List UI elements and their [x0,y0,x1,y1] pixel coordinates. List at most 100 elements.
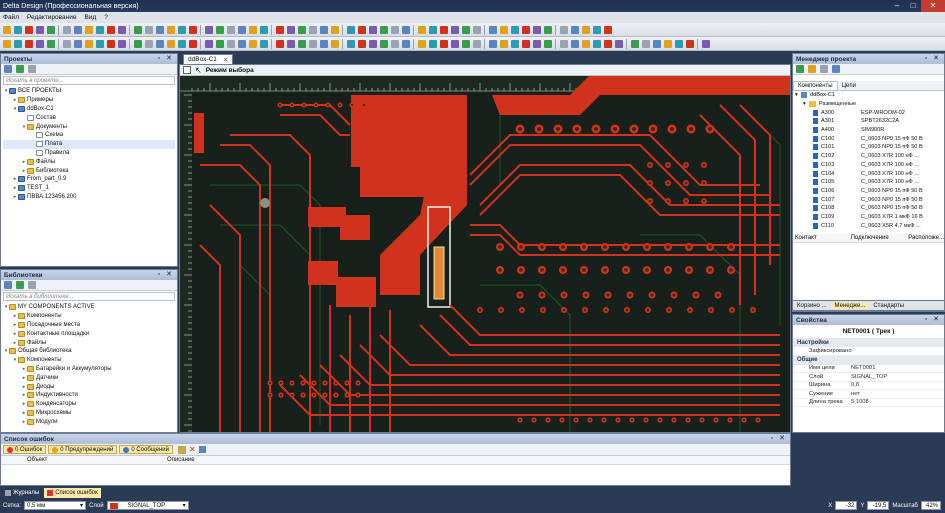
toolbar-tool-icon[interactable] [238,39,246,48]
tab-manager[interactable]: Менедже... [830,302,870,309]
column-location[interactable]: Расположе... [908,235,944,241]
column-connection[interactable]: Подключение [851,235,909,241]
component-row[interactable]: C102 C_0603 X7R 100 нФ ... [793,152,944,161]
libraries-search-input[interactable]: Искать в библиотеке... [3,292,175,301]
toolbar-tool-icon[interactable] [107,39,115,48]
toolbar-tool-icon[interactable] [440,39,448,48]
messages-filter-button[interactable]: 0 Сообщений [119,445,173,454]
new-project-icon[interactable] [4,65,12,73]
toolbar-tool-icon[interactable] [178,39,186,48]
toolbar-tool-icon[interactable] [462,25,470,34]
tab-logs[interactable]: Журналы [2,488,42,498]
toolbar-tool-icon[interactable] [85,25,93,34]
toolbar-tool-icon[interactable] [287,25,295,34]
toolbar-tool-icon[interactable] [14,25,22,34]
settings-icon[interactable] [820,65,828,73]
tree-item[interactable]: ▾ ВСЕ ПРОЕКТЫ [3,87,175,96]
toolbar-tool-icon[interactable] [156,25,164,34]
toolbar-tool-icon[interactable] [473,39,481,48]
tree-item[interactable]: ▸ Библиотека [3,166,175,175]
toolbar-tool-icon[interactable] [96,39,104,48]
toolbar-tool-icon[interactable] [47,25,55,34]
tree-item[interactable]: ▸ From_part_0.9 [3,175,175,184]
minimize-button[interactable]: – [889,0,905,12]
toolbar-tool-icon[interactable] [189,39,197,48]
toolbar-tool-icon[interactable] [189,25,197,34]
panel-controls-icon[interactable]: ▫ ✕ [925,54,941,62]
projects-search-input[interactable]: Искать в проекте... [3,76,175,85]
toolbar-tool-icon[interactable] [320,25,328,34]
tab-ddbox-c1[interactable]: ddBox-C1 ✕ [183,54,234,64]
refresh-icon[interactable] [796,65,804,73]
tree-item[interactable]: ▸ ПВВА.123456.200 [3,193,175,202]
component-row[interactable]: C104 C_0603 X7R 100 нФ ... [793,169,944,178]
toolbar-tool-icon[interactable] [216,39,224,48]
column-description[interactable]: Описание [167,457,195,463]
toolbar-tool-icon[interactable] [451,39,459,48]
menu-help[interactable]: ? [104,14,108,21]
toolbar-tool-icon[interactable] [74,25,82,34]
toolbar-tool-icon[interactable] [402,25,410,34]
toolbar-tool-icon[interactable] [14,39,22,48]
toolbar-tool-icon[interactable] [216,25,224,34]
toolbar-tool-icon[interactable] [238,25,246,34]
refresh-icon[interactable] [16,65,24,73]
property-section[interactable]: Общие [793,355,944,365]
toolbar-tool-icon[interactable] [347,25,355,34]
toolbar-tool-icon[interactable] [178,25,186,34]
toolbar-tool-icon[interactable] [118,25,126,34]
tree-item[interactable]: ▾ Общая библиотека [3,347,175,356]
layer-select[interactable]: SIGNAL_TOP ▾ [106,501,189,510]
toolbar-tool-icon[interactable] [511,25,519,34]
tree-placed-folder[interactable]: ▾ Размещенные [793,100,944,109]
errors-filter-button[interactable]: 0 Ошибок [3,445,47,454]
pcb-canvas[interactable]: ↖ Режим выбора [179,64,791,433]
tree-item[interactable]: ▸ Диоды [3,382,175,391]
tree-item[interactable]: ▸ Контактные площадки [3,329,175,338]
column-object[interactable]: Объект [27,457,167,463]
toolbar-tool-icon[interactable] [96,25,104,34]
component-row[interactable]: C100 C_0603 NP0 15 пФ 50 В [793,134,944,143]
toolbar-tool-icon[interactable] [145,39,153,48]
toolbar-tool-icon[interactable] [571,39,579,48]
toolbar-tool-icon[interactable] [391,39,399,48]
toolbar-tool-icon[interactable] [451,25,459,34]
tab-components[interactable]: Компоненты [793,81,838,90]
toolbar-tool-icon[interactable] [402,39,410,48]
toolbar-tool-icon[interactable] [544,25,552,34]
toolbar-tool-icon[interactable] [440,25,448,34]
tree-item[interactable]: ▸ Файлы [3,157,175,166]
toolbar-tool-icon[interactable] [298,25,306,34]
toolbar-tool-icon[interactable] [686,39,694,48]
toolbar-tool-icon[interactable] [331,39,339,48]
toolbar-tool-icon[interactable] [462,39,470,48]
toolbar-tool-icon[interactable] [593,25,601,34]
tab-nets[interactable]: Цепи [838,81,860,90]
menu-edit[interactable]: Редактирование [27,14,77,21]
toolbar-tool-icon[interactable] [582,39,590,48]
filter-icon[interactable] [808,65,816,73]
panel-controls-icon[interactable]: ▫ ✕ [925,315,941,323]
tree-item[interactable]: ▸ TEST_1 [3,184,175,193]
toolbar-tool-icon[interactable] [380,25,388,34]
grid-select[interactable]: 0,5 мм ▾ [23,501,86,510]
toolbar-tool-icon[interactable] [63,25,71,34]
component-row[interactable]: A301 SPBT2632C2A [793,117,944,126]
toolbar-tool-icon[interactable] [85,39,93,48]
component-row[interactable]: C105 C_0603 X7R 100 нФ ... [793,178,944,187]
toolbar-tool-icon[interactable] [533,25,541,34]
property-row[interactable]: Слой SIGNAL_TOP [793,373,944,382]
toolbar-tool-icon[interactable] [298,39,306,48]
property-row[interactable]: Длина трека 5,1008 [793,399,944,407]
toolbar-tool-icon[interactable] [358,25,366,34]
toolbar-tool-icon[interactable] [309,39,317,48]
toolbar-tool-icon[interactable] [347,39,355,48]
toolbar-tool-icon[interactable] [429,39,437,48]
toolbar-tool-icon[interactable] [36,39,44,48]
toolbar-tool-icon[interactable] [287,39,295,48]
toolbar-tool-icon[interactable] [205,25,213,34]
toolbar-tool-icon[interactable] [369,39,377,48]
toolbar-tool-icon[interactable] [522,25,530,34]
toolbar-tool-icon[interactable] [604,25,612,34]
close-tab-icon[interactable]: ✕ [223,56,228,64]
